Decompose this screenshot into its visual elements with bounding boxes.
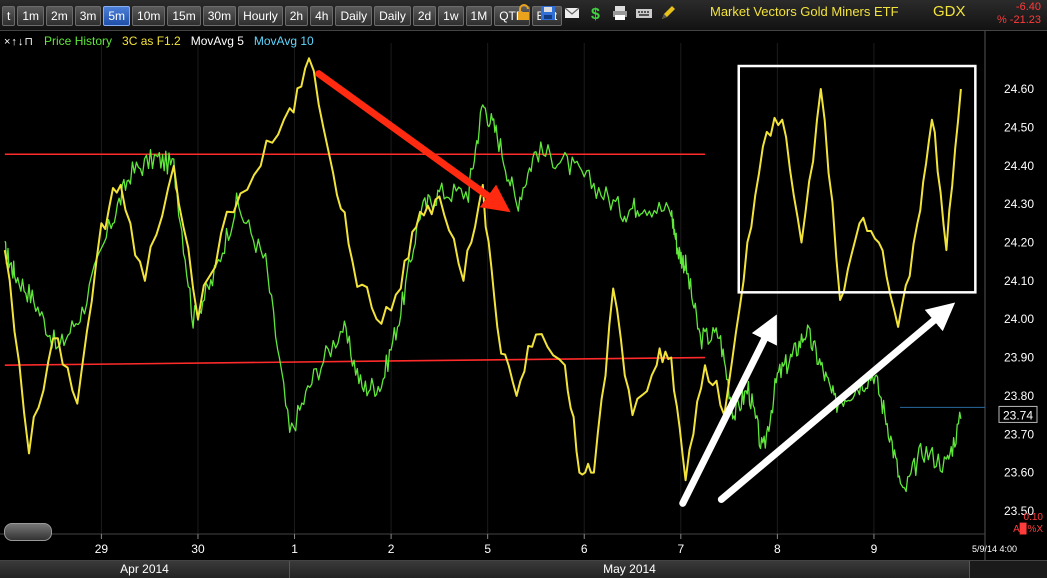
timeframe-button[interactable]: 2m — [46, 6, 73, 26]
timeframe-button[interactable]: 10m — [132, 6, 166, 26]
time-axis: 29 30 1 2 5 6 7 8 9 — [0, 533, 985, 556]
timeframe-button[interactable]: 5m — [103, 6, 131, 26]
last-date-label: 5/9/14 4:00 — [972, 544, 1018, 554]
timeframe-button[interactable]: Daily — [374, 6, 411, 26]
y-tick-label: 24.30 — [1004, 197, 1034, 211]
chart-legend: ×↑↓⊓ Price History 3C as F1.2 MovAvg 5 M… — [4, 34, 314, 48]
security-name: Market Vectors Gold Miners ETF — [710, 4, 899, 19]
y-tick-label: 24.20 — [1004, 235, 1034, 249]
timeframe-button[interactable]: 30m — [202, 6, 237, 26]
red-arrow — [315, 70, 511, 213]
mail-icon[interactable] — [563, 4, 581, 22]
x-tick-label: 29 — [95, 542, 109, 556]
toolbar-icons: $ — [515, 4, 677, 22]
legend-movavg-5[interactable]: MovAvg 5 — [191, 34, 244, 48]
y-tick-label: 23.90 — [1004, 351, 1034, 365]
dollar-icon[interactable]: $ — [587, 4, 605, 22]
axis-corner-value: 0.10 — [1023, 512, 1043, 523]
x-tick-label: 30 — [191, 542, 205, 556]
svg-text:$: $ — [591, 6, 600, 22]
y-tick-label: 24.00 — [1004, 312, 1034, 326]
price-history-line — [4, 104, 962, 493]
month-may: May 2014 — [290, 561, 970, 578]
series-lines — [3, 57, 962, 493]
y-tick-label: 23.80 — [1004, 389, 1034, 403]
scroll-back-button[interactable] — [4, 523, 52, 541]
timeframe-button[interactable]: Hourly — [238, 6, 283, 26]
annotations — [315, 64, 977, 507]
pencil-icon[interactable] — [659, 4, 677, 22]
change-absolute: -6.40 — [1015, 1, 1041, 13]
timeframe-button[interactable]: t — [2, 6, 16, 26]
timeframe-button[interactable]: 1w — [438, 6, 464, 26]
month-april: Apr 2014 — [0, 561, 290, 578]
legend-3c-indicator[interactable]: 3C as F1.2 — [122, 34, 181, 48]
timeframe-button[interactable]: 4h — [310, 6, 334, 26]
price-chart[interactable]: 24.60 24.50 24.40 24.30 24.20 24.10 24.00 23.90… — [0, 31, 1047, 560]
timeframe-button[interactable]: 15m — [167, 6, 201, 26]
print-icon[interactable] — [611, 4, 629, 22]
y-tick-label: 24.50 — [1004, 120, 1034, 134]
timeframe-button[interactable]: 1m — [17, 6, 45, 26]
y-tick-label: 24.10 — [1004, 274, 1034, 288]
legend-price-history[interactable]: Price History — [44, 34, 112, 48]
timeframe-button[interactable]: 1M — [465, 6, 493, 26]
symbol-label: GDX — [933, 3, 966, 20]
x-tick-label: 7 — [677, 542, 684, 556]
y-tick-label: 24.40 — [1004, 159, 1034, 173]
last-price-label: 23.74 — [1003, 408, 1033, 422]
legend-arrows-icon[interactable]: ×↑↓⊓ — [4, 35, 34, 48]
timeframe-button[interactable]: 2d — [412, 6, 437, 26]
trendlines — [4, 153, 705, 367]
grid — [100, 43, 875, 534]
timeframe-button[interactable]: 3m — [74, 6, 102, 26]
save-icon[interactable] — [539, 4, 557, 22]
y-tick-label: 23.70 — [1004, 427, 1034, 441]
y-tick-label: 24.60 — [1004, 82, 1034, 96]
price-axis: 24.60 24.50 24.40 24.30 24.20 24.10 24.00 23.90… — [900, 31, 1038, 560]
y-tick-label: 23.60 — [1004, 466, 1034, 480]
change-percent: % -21.23 — [996, 14, 1041, 26]
x-tick-label: 1 — [291, 542, 298, 556]
timeframe-button[interactable]: 2h — [284, 6, 309, 26]
timeframe-button[interactable]: Daily — [335, 6, 373, 26]
x-tick-label: 5 — [484, 542, 491, 556]
month-bar: Apr 2014 May 2014 — [0, 560, 1047, 578]
lock-icon[interactable] — [515, 4, 533, 22]
timeframe-bar: t 1m 2m 3m 5m 10m 15m 30m Hourly 2h 4h Daily Daily 2d… — [2, 6, 563, 26]
keyboard-icon[interactable] — [635, 4, 653, 22]
legend-movavg-10[interactable]: MovAvg 10 — [254, 34, 314, 48]
toolbar: t 1m 2m 3m 5m 10m 15m 30m Hourly 2h 4h Daily Daily 2d… — [0, 0, 1047, 31]
axis-corner-controls[interactable]: A▉%X — [1013, 524, 1043, 535]
x-tick-label: 8 — [774, 542, 781, 556]
x-tick-label: 9 — [871, 542, 878, 556]
x-tick-label: 6 — [581, 542, 588, 556]
x-tick-label: 2 — [388, 542, 395, 556]
highlight-box — [737, 64, 977, 294]
